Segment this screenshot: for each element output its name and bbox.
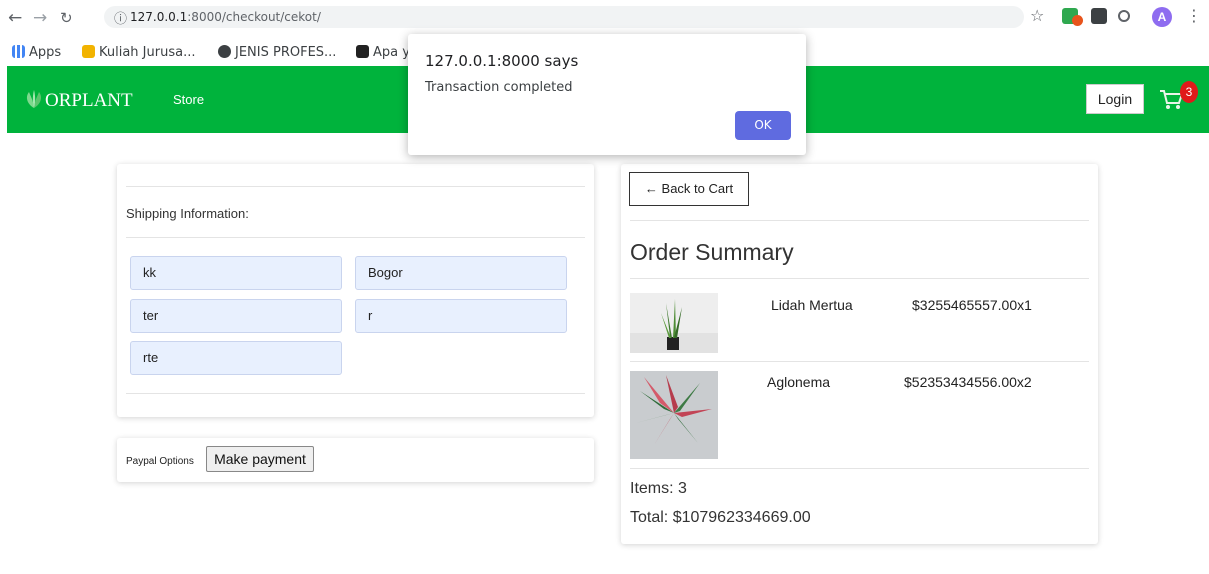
profile-avatar[interactable]: A <box>1152 7 1172 27</box>
shipping-field[interactable]: ter <box>130 299 342 333</box>
item-price: $3255465557.00x1 <box>912 297 1032 313</box>
divider <box>630 361 1089 362</box>
bookmark-item[interactable]: Apa y <box>356 45 410 60</box>
bookmark-star-icon[interactable]: ☆ <box>1030 6 1044 25</box>
forward-arrow-icon[interactable]: → <box>33 8 47 28</box>
shipping-field[interactable]: r <box>355 299 567 333</box>
divider <box>126 393 585 394</box>
leaf-logo-icon <box>26 90 42 108</box>
brand-name[interactable]: ORPLANT <box>45 90 133 112</box>
shipping-field[interactable]: rte <box>130 341 342 375</box>
login-button[interactable]: Login <box>1086 84 1144 114</box>
order-total: Total: $107962334669.00 <box>630 509 811 526</box>
shipping-field[interactable]: Bogor <box>355 256 567 290</box>
payment-card: Paypal Options Make payment <box>117 438 594 482</box>
shipping-field[interactable]: kk <box>130 256 342 290</box>
item-price: $52353434556.00x2 <box>904 374 1032 390</box>
store-link[interactable]: Store <box>173 92 204 107</box>
divider <box>126 237 585 238</box>
item-name: Aglonema <box>767 374 831 390</box>
paypal-options-label: Paypal Options <box>126 456 194 467</box>
product-thumbnail <box>630 371 718 459</box>
order-summary-title: Order Summary <box>630 239 794 265</box>
back-arrow-icon[interactable]: ← <box>8 8 22 28</box>
bookmark-favicon-icon <box>218 45 231 58</box>
order-summary-card: ← Back to Cart Order Summary Lidah Mertu… <box>621 164 1098 544</box>
divider <box>126 186 585 187</box>
address-bar[interactable]: ⓘ 127.0.0.1:8000/checkout/cekot/ <box>104 6 1024 28</box>
divider <box>630 278 1089 279</box>
cart-count-badge: 3 <box>1180 81 1198 103</box>
apps-grid-icon <box>12 45 25 58</box>
item-name: Lidah Mertua <box>771 297 853 313</box>
make-payment-button[interactable]: Make payment <box>206 446 314 472</box>
ok-button[interactable]: OK <box>735 111 791 140</box>
dialog-message: Transaction completed <box>425 80 573 95</box>
divider <box>630 220 1089 221</box>
address-url: 127.0.0.1:8000/checkout/cekot/ <box>130 10 321 24</box>
bookmark-apps[interactable]: Apps <box>12 45 61 60</box>
extension-circle-icon[interactable] <box>1118 10 1130 22</box>
extension-badge-icon <box>1072 15 1083 26</box>
back-to-cart-button[interactable]: ← Back to Cart <box>629 172 749 206</box>
items-count: Items: 3 <box>630 480 687 497</box>
product-thumbnail <box>630 293 718 353</box>
bookmark-item[interactable]: Kuliah Jurusa... <box>82 45 195 60</box>
browser-menu-icon[interactable]: ⋮ <box>1186 6 1202 25</box>
shipping-card: Shipping Information: kk Bogor ter r rte <box>117 164 594 417</box>
extension-icon[interactable] <box>1091 8 1107 24</box>
reload-icon[interactable]: ↻ <box>60 9 73 27</box>
bookmark-item[interactable]: JENIS PROFES... <box>218 45 336 60</box>
bookmark-favicon-icon <box>356 45 369 58</box>
alert-dialog: 127.0.0.1:8000 says Transaction complete… <box>408 34 806 155</box>
info-icon[interactable]: ⓘ <box>114 8 127 27</box>
bookmark-favicon-icon <box>82 45 95 58</box>
shipping-heading: Shipping Information: <box>126 206 249 221</box>
dialog-title: 127.0.0.1:8000 says <box>425 52 579 70</box>
divider <box>630 468 1089 469</box>
